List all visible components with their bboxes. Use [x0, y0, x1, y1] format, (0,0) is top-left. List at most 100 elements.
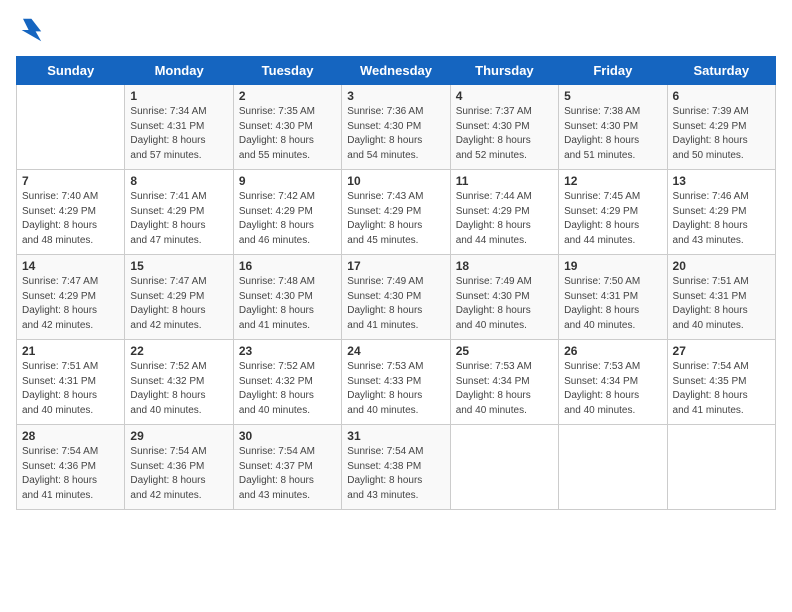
day-number: 10 — [347, 174, 444, 188]
calendar-week-row: 1Sunrise: 7:34 AMSunset: 4:31 PMDaylight… — [17, 85, 776, 170]
calendar-week-row: 14 Sunrise: 7:47 AMSunset: 4:29 PMDayligh… — [17, 255, 776, 340]
calendar-cell: 27 Sunrise: 7:54 AMSunset: 4:35 PMDayligh… — [667, 340, 775, 425]
calendar-cell: 3Sunrise: 7:36 AMSunset: 4:30 PMDaylight… — [342, 85, 450, 170]
day-info: Sunrise: 7:51 AMSunset: 4:31 PMDaylight:… — [673, 275, 770, 333]
day-info: Sunrise: 7:38 AMSunset: 4:30 PMDaylight:… — [564, 105, 661, 163]
day-number: 23 — [239, 344, 336, 358]
calendar-week-row: 7 Sunrise: 7:40 AMSunset: 4:29 PMDaylight… — [17, 170, 776, 255]
day-info: Sunrise: 7:42 AMSunset: 4:29 PMDaylight:… — [239, 190, 336, 248]
day-number: 2 — [239, 89, 336, 103]
calendar-cell: 17 Sunrise: 7:49 AMSunset: 4:30 PMDayligh… — [342, 255, 450, 340]
day-info: Sunrise: 7:54 AMSunset: 4:36 PMDaylight:… — [130, 445, 227, 503]
calendar-table: SundayMondayTuesdayWednesdayThursdayFrid… — [16, 56, 776, 510]
weekday-header: Wednesday — [342, 57, 450, 85]
day-info: Sunrise: 7:53 AMSunset: 4:34 PMDaylight:… — [564, 360, 661, 418]
day-number: 30 — [239, 429, 336, 443]
calendar-cell: 2 Sunrise: 7:35 AMSunset: 4:30 PMDaylight… — [233, 85, 341, 170]
weekday-header: Sunday — [17, 57, 125, 85]
day-info: Sunrise: 7:49 AMSunset: 4:30 PMDaylight:… — [456, 275, 553, 333]
day-number: 15 — [130, 259, 227, 273]
day-number: 7 — [22, 174, 119, 188]
calendar-cell: 26 Sunrise: 7:53 AMSunset: 4:34 PMDayligh… — [559, 340, 667, 425]
day-number: 26 — [564, 344, 661, 358]
calendar-cell: 19 Sunrise: 7:50 AMSunset: 4:31 PMDayligh… — [559, 255, 667, 340]
day-number: 31 — [347, 429, 444, 443]
day-number: 16 — [239, 259, 336, 273]
day-info: Sunrise: 7:35 AMSunset: 4:30 PMDaylight:… — [239, 105, 336, 163]
day-info: Sunrise: 7:50 AMSunset: 4:31 PMDaylight:… — [564, 275, 661, 333]
day-number: 27 — [673, 344, 770, 358]
calendar-cell: 12 Sunrise: 7:45 AMSunset: 4:29 PMDayligh… — [559, 170, 667, 255]
day-info: Sunrise: 7:37 AMSunset: 4:30 PMDaylight:… — [456, 105, 553, 163]
calendar-week-row: 28 Sunrise: 7:54 AMSunset: 4:36 PMDayligh… — [17, 425, 776, 510]
day-info: Sunrise: 7:47 AMSunset: 4:29 PMDaylight:… — [22, 275, 119, 333]
calendar-cell: 13Sunrise: 7:46 AMSunset: 4:29 PMDayligh… — [667, 170, 775, 255]
page-header — [16, 16, 776, 44]
day-info: Sunrise: 7:54 AMSunset: 4:35 PMDaylight:… — [673, 360, 770, 418]
day-info: Sunrise: 7:49 AMSunset: 4:30 PMDaylight:… — [347, 275, 444, 333]
calendar-cell — [17, 85, 125, 170]
day-info: Sunrise: 7:54 AMSunset: 4:38 PMDaylight:… — [347, 445, 444, 503]
day-number: 4 — [456, 89, 553, 103]
weekday-header: Thursday — [450, 57, 558, 85]
calendar-cell: 21Sunrise: 7:51 AMSunset: 4:31 PMDayligh… — [17, 340, 125, 425]
day-number: 18 — [456, 259, 553, 273]
logo — [16, 16, 48, 44]
day-number: 25 — [456, 344, 553, 358]
calendar-week-row: 21Sunrise: 7:51 AMSunset: 4:31 PMDayligh… — [17, 340, 776, 425]
calendar-cell: 29 Sunrise: 7:54 AMSunset: 4:36 PMDayligh… — [125, 425, 233, 510]
day-info: Sunrise: 7:52 AMSunset: 4:32 PMDaylight:… — [130, 360, 227, 418]
calendar-cell: 9 Sunrise: 7:42 AMSunset: 4:29 PMDaylight… — [233, 170, 341, 255]
day-number: 17 — [347, 259, 444, 273]
calendar-cell: 8 Sunrise: 7:41 AMSunset: 4:29 PMDaylight… — [125, 170, 233, 255]
day-number: 14 — [22, 259, 119, 273]
weekday-header: Saturday — [667, 57, 775, 85]
day-number: 8 — [130, 174, 227, 188]
calendar-cell: 6Sunrise: 7:39 AMSunset: 4:29 PMDaylight… — [667, 85, 775, 170]
calendar-cell: 5 Sunrise: 7:38 AMSunset: 4:30 PMDaylight… — [559, 85, 667, 170]
calendar-cell: 1Sunrise: 7:34 AMSunset: 4:31 PMDaylight… — [125, 85, 233, 170]
day-number: 12 — [564, 174, 661, 188]
day-info: Sunrise: 7:40 AMSunset: 4:29 PMDaylight:… — [22, 190, 119, 248]
logo-icon — [16, 16, 44, 44]
calendar-cell: 24Sunrise: 7:53 AMSunset: 4:33 PMDayligh… — [342, 340, 450, 425]
calendar-cell — [450, 425, 558, 510]
calendar-cell: 4 Sunrise: 7:37 AMSunset: 4:30 PMDaylight… — [450, 85, 558, 170]
day-number: 20 — [673, 259, 770, 273]
day-info: Sunrise: 7:39 AMSunset: 4:29 PMDaylight:… — [673, 105, 770, 163]
day-info: Sunrise: 7:54 AMSunset: 4:36 PMDaylight:… — [22, 445, 119, 503]
calendar-cell: 23Sunrise: 7:52 AMSunset: 4:32 PMDayligh… — [233, 340, 341, 425]
day-number: 13 — [673, 174, 770, 188]
day-number: 1 — [130, 89, 227, 103]
weekday-header: Monday — [125, 57, 233, 85]
day-number: 22 — [130, 344, 227, 358]
day-info: Sunrise: 7:43 AMSunset: 4:29 PMDaylight:… — [347, 190, 444, 248]
day-number: 5 — [564, 89, 661, 103]
calendar-cell: 14 Sunrise: 7:47 AMSunset: 4:29 PMDayligh… — [17, 255, 125, 340]
day-number: 9 — [239, 174, 336, 188]
calendar-cell: 18 Sunrise: 7:49 AMSunset: 4:30 PMDayligh… — [450, 255, 558, 340]
day-number: 29 — [130, 429, 227, 443]
calendar-cell — [559, 425, 667, 510]
day-info: Sunrise: 7:47 AMSunset: 4:29 PMDaylight:… — [130, 275, 227, 333]
day-info: Sunrise: 7:48 AMSunset: 4:30 PMDaylight:… — [239, 275, 336, 333]
day-info: Sunrise: 7:36 AMSunset: 4:30 PMDaylight:… — [347, 105, 444, 163]
day-number: 11 — [456, 174, 553, 188]
weekday-header: Friday — [559, 57, 667, 85]
day-info: Sunrise: 7:53 AMSunset: 4:33 PMDaylight:… — [347, 360, 444, 418]
day-info: Sunrise: 7:53 AMSunset: 4:34 PMDaylight:… — [456, 360, 553, 418]
calendar-cell: 28 Sunrise: 7:54 AMSunset: 4:36 PMDayligh… — [17, 425, 125, 510]
calendar-cell: 30 Sunrise: 7:54 AMSunset: 4:37 PMDayligh… — [233, 425, 341, 510]
day-info: Sunrise: 7:41 AMSunset: 4:29 PMDaylight:… — [130, 190, 227, 248]
calendar-cell: 31 Sunrise: 7:54 AMSunset: 4:38 PMDayligh… — [342, 425, 450, 510]
day-number: 19 — [564, 259, 661, 273]
weekday-header: Tuesday — [233, 57, 341, 85]
calendar-cell: 16 Sunrise: 7:48 AMSunset: 4:30 PMDayligh… — [233, 255, 341, 340]
day-info: Sunrise: 7:45 AMSunset: 4:29 PMDaylight:… — [564, 190, 661, 248]
weekday-header-row: SundayMondayTuesdayWednesdayThursdayFrid… — [17, 57, 776, 85]
day-number: 21 — [22, 344, 119, 358]
calendar-cell: 15 Sunrise: 7:47 AMSunset: 4:29 PMDayligh… — [125, 255, 233, 340]
day-info: Sunrise: 7:54 AMSunset: 4:37 PMDaylight:… — [239, 445, 336, 503]
calendar-cell: 10 Sunrise: 7:43 AMSunset: 4:29 PMDayligh… — [342, 170, 450, 255]
day-number: 28 — [22, 429, 119, 443]
